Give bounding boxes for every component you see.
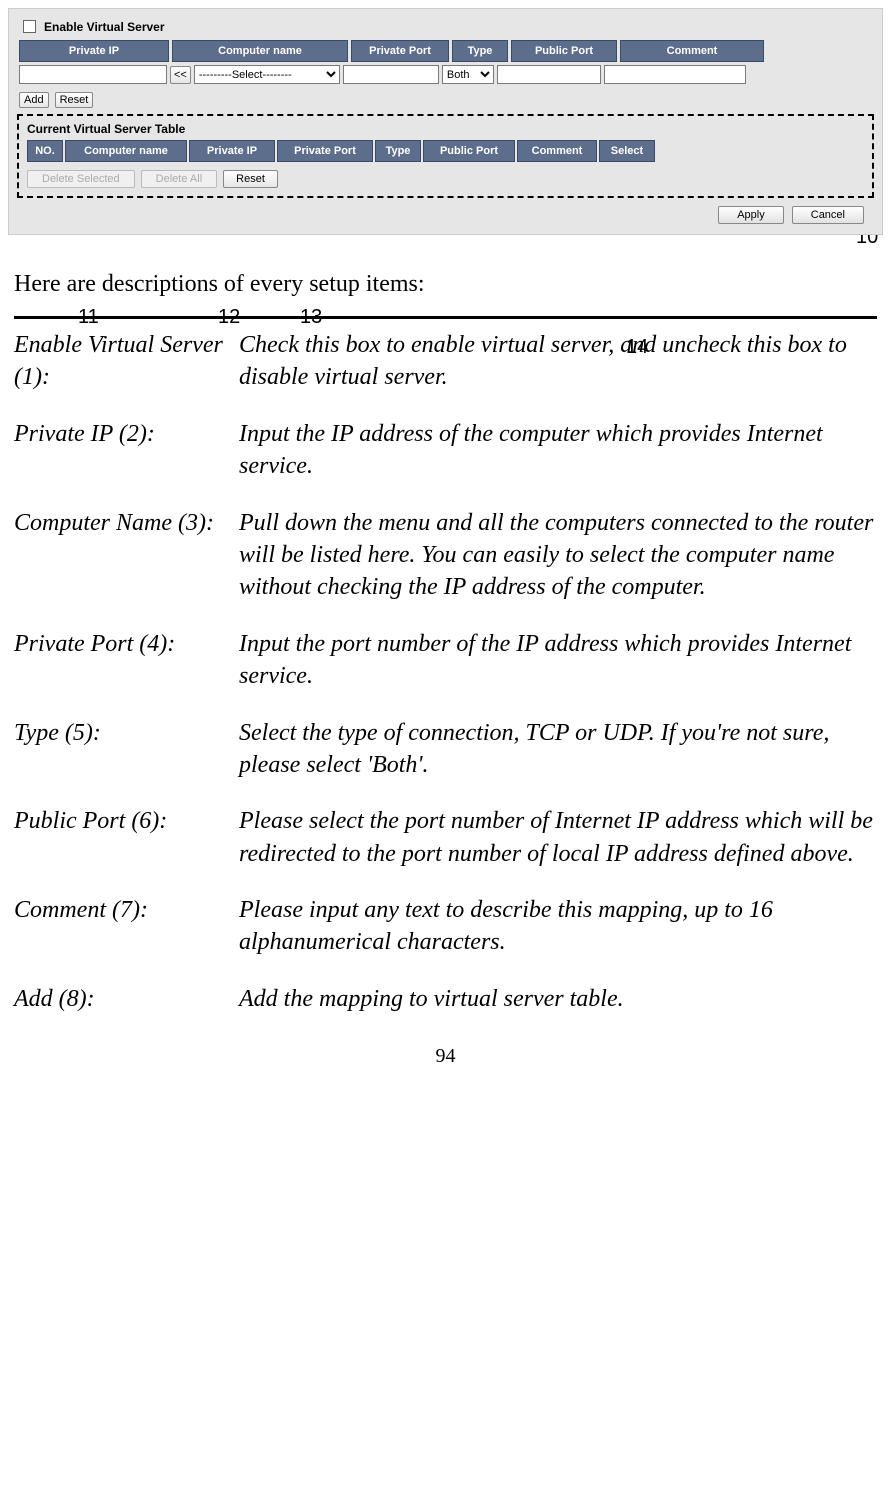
table-header-no: NO. xyxy=(27,140,63,162)
callout-11: 11 xyxy=(78,306,99,329)
add-button[interactable]: Add xyxy=(19,92,49,108)
header-type: Type xyxy=(452,40,508,62)
header-private-ip: Private IP xyxy=(19,40,169,62)
table-header-private-port: Private Port xyxy=(277,140,373,162)
header-comment: Comment xyxy=(620,40,764,62)
table-header-public-port: Public Port xyxy=(423,140,515,162)
intro-text: Here are descriptions of every setup ite… xyxy=(14,271,877,298)
description-text: Please input any text to describe this m… xyxy=(239,894,877,959)
description-text: Please select the port number of Interne… xyxy=(239,805,877,870)
description-label: Private Port (4): xyxy=(14,628,239,693)
description-text: Add the mapping to virtual server table. xyxy=(239,983,877,1015)
description-label: Public Port (6): xyxy=(14,805,239,870)
table-header-select: Select xyxy=(599,140,655,162)
description-text: Select the type of connection, TCP or UD… xyxy=(239,717,877,782)
current-virtual-server-table: Current Virtual Server Table NO. Compute… xyxy=(17,114,874,198)
page-number: 94 xyxy=(14,1045,877,1068)
description-text: Input the IP address of the computer whi… xyxy=(239,418,877,483)
type-select[interactable]: Both xyxy=(442,65,494,84)
computer-name-select[interactable]: ---------Select-------- xyxy=(194,65,340,84)
document-body: Here are descriptions of every setup ite… xyxy=(0,235,891,1068)
header-computer-name: Computer name xyxy=(172,40,348,62)
description-text: Check this box to enable virtual server,… xyxy=(239,329,877,394)
description-label: Type (5): xyxy=(14,717,239,782)
description-row: Type (5):Select the type of connection, … xyxy=(14,717,877,782)
enable-virtual-server-label: Enable Virtual Server xyxy=(44,20,165,34)
description-row: Enable Virtual Server (1):Check this box… xyxy=(14,329,877,394)
virtual-server-panel: Enable Virtual Server Private IP Compute… xyxy=(8,8,883,235)
enable-virtual-server-checkbox[interactable] xyxy=(23,20,36,33)
description-label: Computer Name (3): xyxy=(14,507,239,604)
divider xyxy=(14,316,877,319)
description-text: Pull down the menu and all the computers… xyxy=(239,507,877,604)
table-header-comment: Comment xyxy=(517,140,597,162)
description-row: Comment (7):Please input any text to des… xyxy=(14,894,877,959)
description-label: Comment (7): xyxy=(14,894,239,959)
table-reset-button[interactable]: Reset xyxy=(223,170,278,188)
description-row: Add (8):Add the mapping to virtual serve… xyxy=(14,983,877,1015)
description-row: Private Port (4):Input the port number o… xyxy=(14,628,877,693)
description-label: Enable Virtual Server (1): xyxy=(14,329,239,394)
input-column-headers: Private IP Computer name Private Port Ty… xyxy=(19,40,872,62)
table-header-private-ip: Private IP xyxy=(189,140,275,162)
callout-13: 13 xyxy=(300,306,322,329)
input-row: << ---------Select-------- Both xyxy=(19,65,872,84)
description-row: Computer Name (3):Pull down the menu and… xyxy=(14,507,877,604)
private-ip-input[interactable] xyxy=(19,65,167,84)
private-port-input[interactable] xyxy=(343,65,439,84)
table-title: Current Virtual Server Table xyxy=(27,122,864,136)
apply-button[interactable]: Apply xyxy=(718,206,784,224)
header-public-port: Public Port xyxy=(511,40,617,62)
header-private-port: Private Port xyxy=(351,40,449,62)
reset-button[interactable]: Reset xyxy=(55,92,94,108)
description-row: Private IP (2):Input the IP address of t… xyxy=(14,418,877,483)
table-header-type: Type xyxy=(375,140,421,162)
delete-all-button: Delete All xyxy=(141,170,217,188)
cancel-button[interactable]: Cancel xyxy=(792,206,864,224)
description-row: Public Port (6):Please select the port n… xyxy=(14,805,877,870)
description-label: Private IP (2): xyxy=(14,418,239,483)
public-port-input[interactable] xyxy=(497,65,601,84)
description-text: Input the port number of the IP address … xyxy=(239,628,877,693)
callout-12: 12 xyxy=(218,306,240,329)
comment-input[interactable] xyxy=(604,65,746,84)
table-header-computer-name: Computer name xyxy=(65,140,187,162)
description-label: Add (8): xyxy=(14,983,239,1015)
callout-14: 14 xyxy=(626,336,648,359)
delete-selected-button: Delete Selected xyxy=(27,170,135,188)
shift-left-button[interactable]: << xyxy=(170,66,191,84)
